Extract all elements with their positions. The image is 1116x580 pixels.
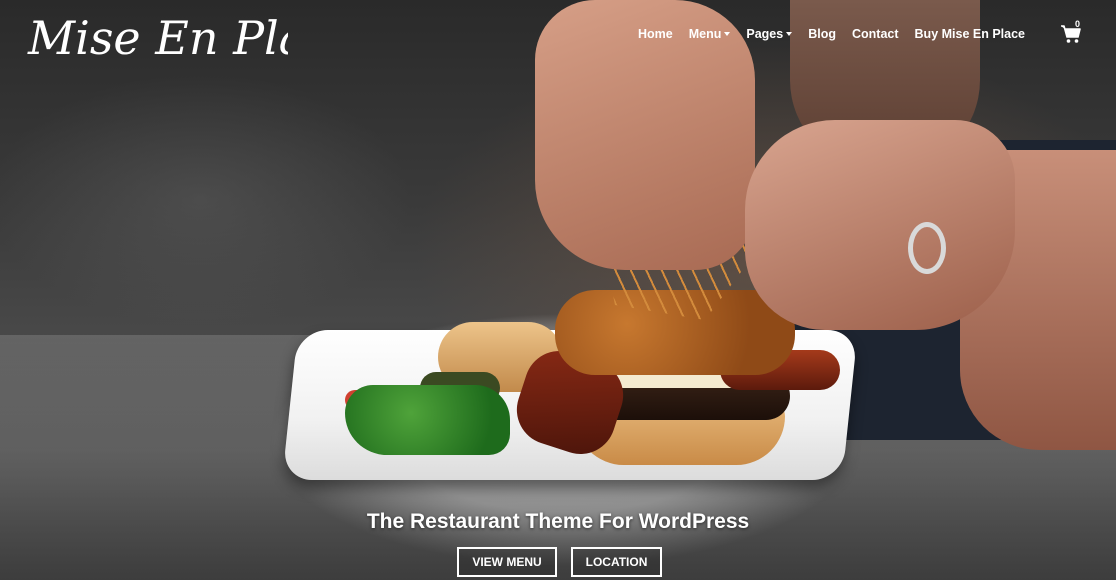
nav-item-home[interactable]: Home: [638, 27, 673, 41]
nav-item-blog[interactable]: Blog: [808, 27, 836, 41]
cart-count-badge: 0: [1075, 19, 1081, 29]
site-logo[interactable]: Mise En Place: [26, 6, 288, 78]
nav-item-buy[interactable]: Buy Mise En Place: [915, 27, 1025, 41]
nav-label-home: Home: [638, 27, 673, 41]
ring-photo: [908, 222, 946, 274]
view-menu-button[interactable]: VIEW MENU: [457, 547, 557, 577]
nav-label-buy: Buy Mise En Place: [914, 27, 1025, 41]
caret-down-icon: [724, 32, 731, 36]
chef-hand-right-photo: [745, 120, 1015, 330]
caret-down-icon: [786, 32, 793, 36]
nav-item-contact[interactable]: Contact: [852, 27, 899, 41]
logo-text: Mise En Place: [27, 11, 288, 65]
nav-label-menu: Menu: [688, 27, 722, 41]
hero-section: Mise En Place Home Menu Pages Blog Conta…: [0, 0, 1116, 580]
nav-item-pages[interactable]: Pages: [746, 27, 793, 41]
lettuce-photo: [345, 385, 510, 455]
main-nav: Home Menu Pages Blog Contact Buy Mise En…: [630, 22, 1033, 46]
nav-label-contact: Contact: [852, 27, 899, 41]
nav-label-blog: Blog: [808, 27, 836, 41]
nav-item-menu[interactable]: Menu: [689, 27, 731, 41]
nav-label-pages: Pages: [746, 27, 784, 41]
location-button[interactable]: LOCATION: [571, 547, 662, 577]
hero-tagline: The Restaurant Theme For WordPress: [366, 510, 750, 533]
